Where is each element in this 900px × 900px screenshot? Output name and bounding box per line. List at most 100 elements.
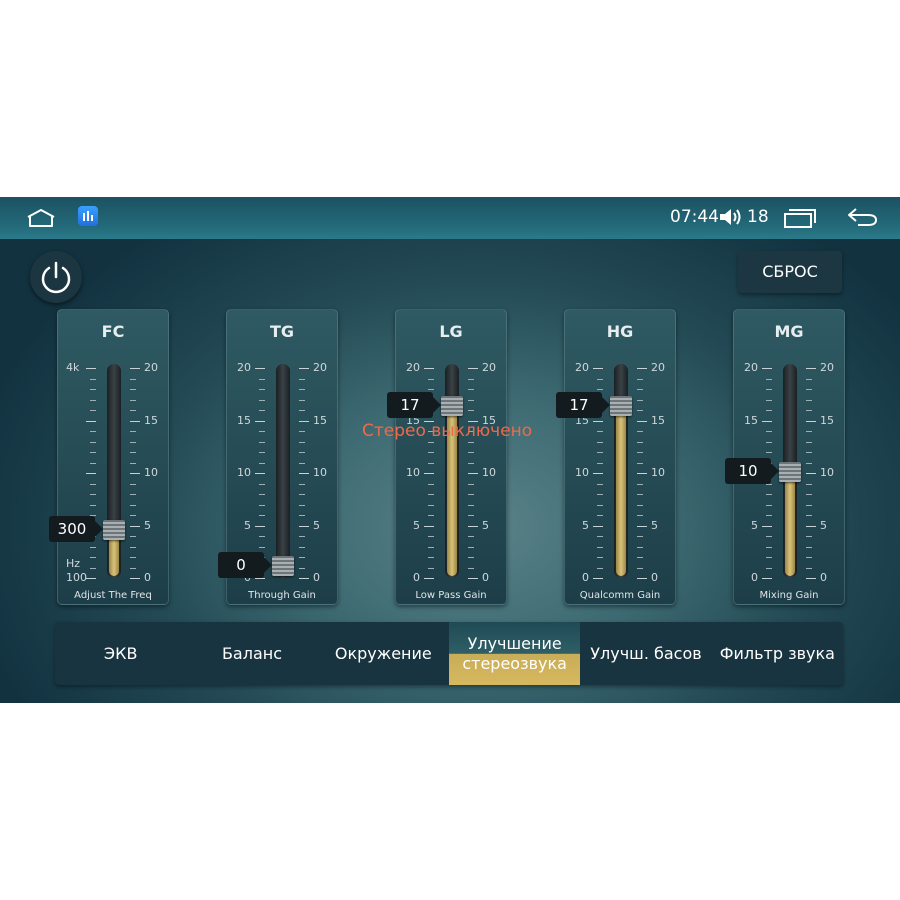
scale-tick (597, 441, 603, 443)
scale-tick (428, 546, 434, 548)
scale-tick (90, 462, 96, 464)
scale-tick (637, 536, 643, 537)
scale-tick (806, 557, 812, 558)
scale-tick (766, 515, 772, 516)
tab-sound-filter[interactable]: Фильтр звука (712, 622, 843, 685)
scale-tick (637, 399, 643, 401)
scale-tick (597, 567, 603, 569)
slider-value-badge: 17 (556, 392, 610, 419)
scale-label-right: 10 (651, 466, 665, 479)
scale-tick (637, 378, 643, 380)
scale-tick (428, 378, 434, 380)
scale-label-left: 20 (237, 361, 251, 374)
slider-subtitle: Mixing Gain (759, 590, 819, 601)
scale-tick (806, 378, 812, 380)
scale-tick (130, 504, 136, 506)
back-icon[interactable] (846, 206, 878, 228)
reset-button[interactable]: СБРОС (738, 251, 842, 293)
power-button[interactable] (30, 251, 82, 303)
scale-tick (637, 483, 643, 485)
slider-value-badge: 17 (387, 392, 441, 419)
scale-tick (637, 389, 643, 390)
scale-tick (428, 441, 434, 443)
scale-tick (766, 536, 772, 537)
tab-eq[interactable]: ЭКВ (55, 622, 186, 685)
slider-thumb[interactable] (441, 396, 463, 417)
slider-subtitle: Low Pass Gain (415, 590, 487, 601)
scale-tick (299, 504, 305, 506)
scale-tick (766, 452, 772, 453)
scale-label-left: 20 (744, 361, 758, 374)
scale-tick (593, 420, 603, 422)
scale-tick (259, 483, 265, 485)
scale-tick (593, 473, 603, 474)
clock: 07:44 (670, 207, 719, 227)
scale-tick (637, 431, 643, 432)
tab-balance[interactable]: Баланс (186, 622, 317, 685)
scale-tick (806, 441, 812, 443)
slider-thumb[interactable] (610, 396, 632, 417)
tab-label: ЭКВ (103, 643, 138, 663)
scale-tick (468, 462, 474, 464)
scale-tick (259, 462, 265, 464)
scale-label-right: 10 (820, 466, 834, 479)
home-icon[interactable] (26, 208, 56, 228)
volume-icon[interactable] (718, 206, 744, 228)
recent-apps-icon[interactable] (783, 207, 817, 229)
scale-tick (597, 557, 603, 558)
scale-tick (259, 389, 265, 390)
scale-tick (130, 441, 136, 443)
scale-tick (428, 567, 434, 569)
scale-tick (597, 431, 603, 432)
sound-settings-screen: 07:44 18 СБРОС FC 20 15 10 5 0 4k Hz 100 Adjust T… (0, 197, 900, 703)
scale-label-left: 5 (582, 518, 589, 532)
scale-tick (90, 389, 96, 390)
scale-tick (130, 420, 140, 422)
tab-bass-boost[interactable]: Улучш. басов (580, 622, 711, 685)
scale-label-left: 15 (237, 413, 251, 427)
scale-tick (255, 525, 265, 527)
scale-tick (637, 441, 643, 443)
scale-tick (597, 546, 603, 548)
tab-bar: ЭКВ Баланс Окружение Улучшение стереозвука У… (55, 622, 843, 685)
scale-tick (468, 525, 478, 527)
scale-tick (597, 452, 603, 453)
scale-tick (428, 494, 434, 495)
scale-tick (806, 452, 812, 453)
scale-tick (637, 515, 643, 516)
scale-tick (130, 546, 136, 548)
slider-value-badge: 10 (725, 458, 779, 484)
scale-label-left: 4k (66, 361, 80, 374)
scale-label-left: 10 (575, 466, 589, 479)
scale-tick (806, 399, 812, 401)
scale-tick (762, 525, 772, 527)
slider-thumb[interactable] (272, 556, 294, 576)
scale-tick (468, 378, 474, 380)
scale-tick (637, 567, 643, 569)
scale-tick (806, 494, 812, 495)
scale-tick (806, 410, 812, 411)
scale-tick (90, 557, 96, 558)
app-icon[interactable] (78, 206, 98, 226)
scale-label-right: 20 (820, 361, 834, 374)
scale-label-left: 0 (413, 571, 420, 584)
scale-tick (597, 462, 603, 464)
scale-label-right: 20 (313, 361, 327, 374)
slider-thumb[interactable] (103, 520, 125, 541)
slider-track[interactable] (276, 364, 290, 578)
scale-label-right: 5 (482, 518, 489, 532)
scale-tick (806, 536, 812, 537)
scale-tick (259, 410, 265, 411)
scale-tick (637, 420, 647, 422)
scale-tick (130, 494, 136, 495)
scale-tick (806, 515, 812, 516)
slider-value-badge: 300 (49, 516, 103, 543)
scale-label-right: 0 (820, 571, 827, 584)
scale-tick (468, 536, 474, 537)
tab-surround[interactable]: Окружение (318, 622, 449, 685)
scale-label-right: 0 (651, 571, 658, 584)
slider-thumb[interactable] (779, 462, 801, 482)
scale-tick (299, 557, 305, 558)
tab-stereo-enhance[interactable]: Улучшение стереозвука (449, 622, 581, 685)
scale-label-right: 5 (651, 518, 658, 532)
